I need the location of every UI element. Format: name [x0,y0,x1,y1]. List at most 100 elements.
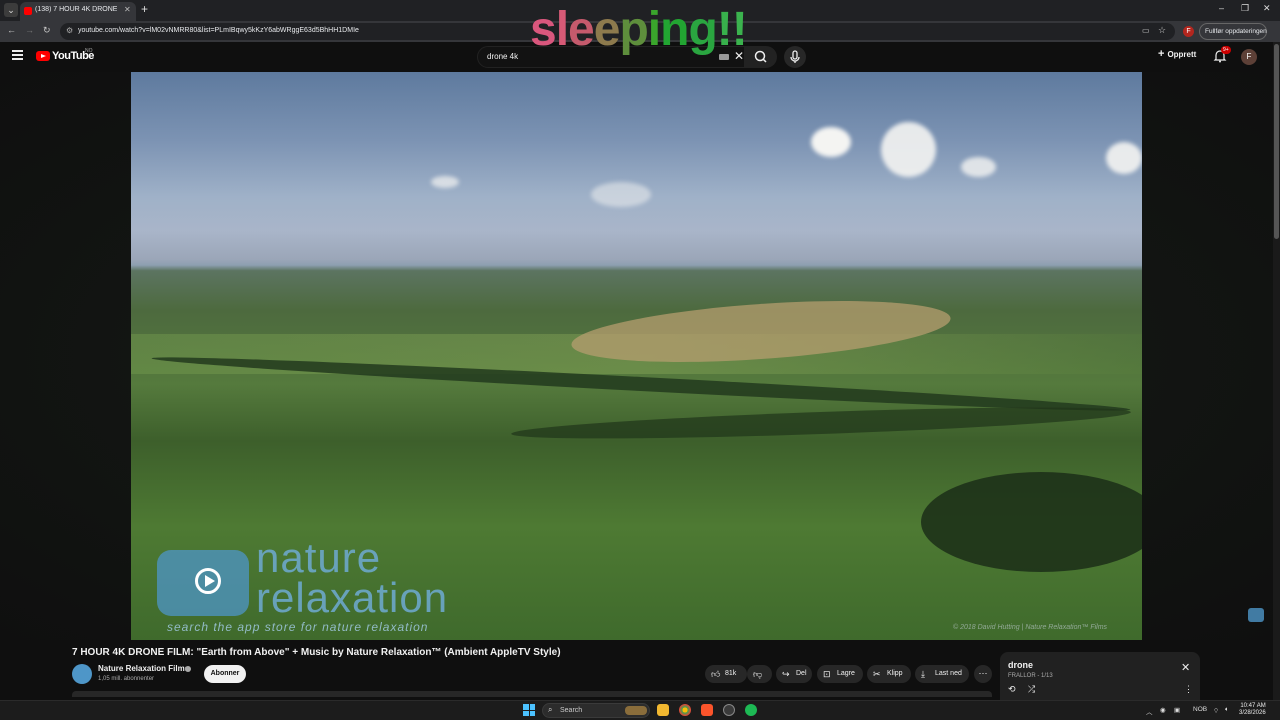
notification-badge: 9+ [1221,46,1231,54]
tray-app-icon[interactable]: ◉ [1160,706,1166,714]
new-tab-icon[interactable]: + [141,2,148,16]
tray-date: 3/28/2026 [1239,710,1266,716]
youtube-logo-icon[interactable] [36,51,50,61]
browser-profile-icon[interactable]: F [1183,26,1194,37]
verified-icon [185,666,191,672]
share-button[interactable]: ↪ Del [776,665,812,683]
watermark-logo-icon [157,550,249,616]
download-label: Last ned [935,670,962,677]
save-label: Lagre [837,670,855,677]
cloud-shape [431,176,459,188]
watermark-tagline: search the app store for nature relaxati… [167,620,429,634]
page-scrollbar[interactable] [1273,42,1280,700]
voice-search-button[interactable] [784,46,806,68]
overlay-letter: e [568,3,595,56]
subscribe-button[interactable]: Abonner [204,665,246,683]
windows-taskbar: ⌕ Search ︿ ◉ ▣ NOB ⌔ 🔈︎ 10:47 AM 3/28/20… [0,700,1280,720]
watermark-line2: relaxation [256,574,449,621]
avatar[interactable]: F [1241,49,1257,65]
channel-avatar[interactable] [72,664,92,684]
playlist-title[interactable]: drone [1008,660,1033,670]
tab-search-dropdown-icon[interactable]: ⌄ [4,3,18,17]
youtube-favicon-icon [24,7,32,15]
overlay-letter: i [647,3,661,56]
more-actions-icon[interactable]: ⋯ [974,665,992,683]
cloud-shape [1106,142,1142,174]
spotify-icon[interactable] [745,704,757,716]
overlay-letter: p [619,3,648,56]
chrome-icon[interactable] [679,704,691,716]
tree-line-shape [510,401,1132,445]
search-input-value[interactable]: drone 4k [487,52,518,61]
subscriber-count: 1,05 mill. abonnenter [98,676,155,682]
tab-title: (138) 7 HOUR 4K DRONE FILM [35,6,117,13]
search-highlight-image [625,706,647,715]
file-explorer-icon[interactable] [657,704,669,716]
wifi-icon[interactable]: ⌔ [1213,706,1219,715]
create-button[interactable]: + Opprett [1158,48,1196,60]
description-box[interactable] [72,691,992,697]
cast-icon[interactable]: ▭ [1142,26,1150,35]
tray-clock[interactable]: 10:47 AM 3/28/2026 [1239,703,1266,717]
bookmark-icon: ⊡ [823,669,831,679]
save-button[interactable]: ⊡ Lagre [817,665,863,683]
overlay-letter: e [593,3,621,56]
url-text[interactable]: youtube.com/watch?v=lM02vNMRR80&list=PLm… [78,27,359,34]
search-button[interactable] [745,46,777,68]
channel-name[interactable]: Nature Relaxation Films [98,664,189,673]
plus-icon: + [1158,48,1165,60]
tray-time: 10:47 AM [1240,703,1266,709]
cloud-shape [961,157,996,177]
thumbs-up-icon: 👍︎ [711,669,721,679]
playlist-panel: drone FRALLOR - 1/13 ✕ ⟲ ⤮ ⋮ [1000,652,1200,700]
update-button[interactable]: Fullfør oppdateringen [1199,23,1267,40]
tray-chevron-icon[interactable]: ︿ [1146,706,1153,716]
back-icon[interactable]: ← [7,25,16,35]
cloud-shape [591,182,651,207]
download-button[interactable]: ⤓ Last ned [915,665,969,683]
window-close-icon[interactable]: ✕ [1263,3,1271,14]
bookmark-star-icon[interactable]: ☆ [1158,25,1166,36]
channel-watermark-icon[interactable] [1248,608,1264,622]
brave-icon[interactable] [701,704,713,716]
overlay-letter: l [555,3,569,56]
taskbar-search-box[interactable]: ⌕ Search [542,703,650,718]
clock-app-icon[interactable] [723,704,735,716]
forward-icon[interactable]: → [25,25,34,35]
tab-close-icon[interactable]: ✕ [124,5,131,14]
video-title: 7 HOUR 4K DRONE FILM: "Earth from Above"… [72,647,561,658]
like-count: 81k [725,670,737,677]
cloud-shape [881,122,936,177]
tray-app-icon[interactable]: ▣ [1174,706,1180,714]
tab-youtube[interactable]: (138) 7 HOUR 4K DRONE FILM ✕ [20,2,136,21]
hamburger-menu-icon[interactable] [12,50,23,60]
maximize-icon[interactable]: ❐ [1241,3,1249,14]
language-indicator[interactable]: NOB [1193,706,1207,713]
playlist-more-icon[interactable]: ⋮ [1184,684,1193,695]
dislike-button[interactable]: 👎︎ [747,665,772,683]
overlay-letter: ! [716,3,733,56]
reload-icon[interactable]: ↻ [43,25,51,36]
microphone-icon [790,50,800,63]
overlay-letter: s [530,3,557,56]
site-info-icon[interactable]: ⚙ [66,26,73,35]
video-player-area: nature relaxation search the app store f… [0,72,1280,640]
shuffle-icon[interactable]: ⤮ [1028,684,1035,695]
overlay-letter: n [660,3,689,56]
scrollbar-thumb[interactable] [1274,44,1279,239]
volume-icon[interactable]: 🔈︎ [1225,706,1229,714]
playlist-close-icon[interactable]: ✕ [1181,661,1190,674]
share-label: Del [796,670,807,677]
loop-icon[interactable]: ⟲ [1008,684,1016,695]
watermark-copyright: © 2018 David Hutting | Nature Relaxation… [953,624,1108,631]
like-button[interactable]: 👍︎ 81k [705,665,747,683]
windows-start-icon[interactable] [523,704,535,716]
video-player[interactable]: nature relaxation search the app store f… [131,72,1142,640]
overlay-letter: ! [731,3,748,56]
cloud-shape [811,127,851,157]
search-icon: ⌕ [548,705,553,714]
minimize-icon[interactable]: – [1219,3,1224,13]
overlay-letter: g [688,3,717,56]
clip-button[interactable]: ✂ Klipp [867,665,911,683]
search-icon [754,50,767,63]
